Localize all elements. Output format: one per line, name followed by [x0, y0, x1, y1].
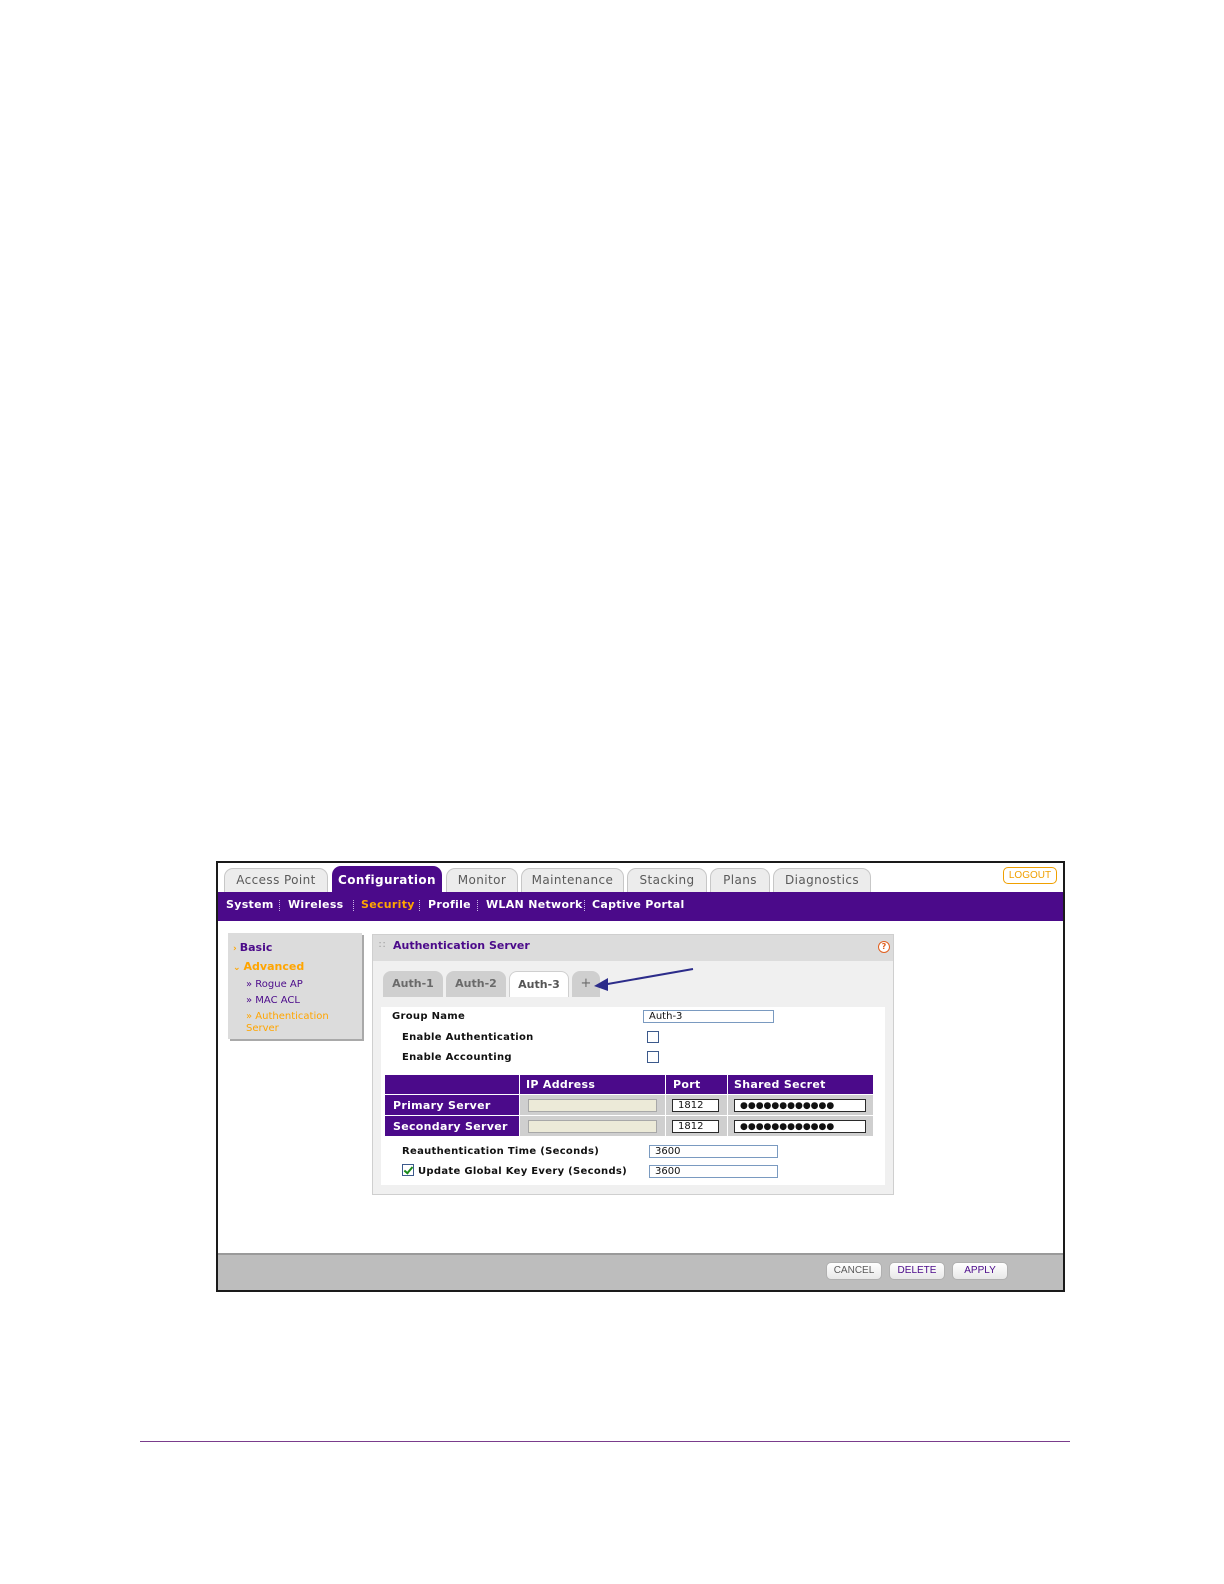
cancel-button[interactable]: CANCEL	[826, 1262, 882, 1280]
left-menu: › Basic ⌄ Advanced » Rogue AP » MAC ACL » …	[228, 933, 362, 1039]
menu-rogue-ap[interactable]: » Rogue AP	[246, 979, 303, 991]
enable-authentication-checkbox[interactable]	[647, 1031, 659, 1043]
table-divider	[665, 1075, 666, 1136]
menu-basic[interactable]: › Basic	[233, 941, 272, 954]
action-bar: CANCEL DELETE APPLY	[218, 1253, 1063, 1290]
tab-monitor[interactable]: Monitor	[446, 868, 518, 892]
tab-plans[interactable]: Plans	[710, 868, 770, 892]
update-global-key-input[interactable]	[649, 1165, 778, 1178]
logout-button[interactable]: LOGOUT	[1003, 867, 1057, 884]
sub-navigation: System Wireless Security Profile WLAN Ne…	[218, 892, 1063, 921]
subnav-divider	[353, 900, 354, 911]
subnav-wlan-network[interactable]: WLAN Network	[486, 898, 583, 911]
menu-authentication-server[interactable]: » Authentication Server	[246, 1011, 346, 1035]
secondary-server-label: Secondary Server	[393, 1120, 508, 1133]
update-global-key-label: Update Global Key Every (Seconds)	[418, 1166, 628, 1177]
subnav-captive-portal[interactable]: Captive Portal	[592, 898, 685, 911]
group-name-input[interactable]	[643, 1010, 774, 1023]
primary-port-input[interactable]	[672, 1099, 719, 1112]
update-global-key-checkbox[interactable]	[402, 1164, 414, 1176]
menu-basic-label: Basic	[239, 941, 273, 954]
delete-button[interactable]: DELETE	[889, 1262, 945, 1280]
subnav-profile[interactable]: Profile	[428, 898, 471, 911]
auth-form: Group Name Enable Authentication Enable …	[381, 1007, 885, 1185]
table-divider	[385, 1115, 873, 1116]
primary-server-label: Primary Server	[393, 1099, 491, 1112]
tab-diagnostics[interactable]: Diagnostics	[773, 868, 871, 892]
table-divider	[519, 1075, 520, 1136]
tab-configuration[interactable]: Configuration	[332, 866, 442, 892]
enable-accounting-checkbox[interactable]	[647, 1051, 659, 1063]
column-header-ip-address: IP Address	[526, 1078, 596, 1091]
reauthentication-time-label: Reauthentication Time (Seconds)	[402, 1146, 600, 1157]
chevron-down-icon: ⌄	[233, 963, 241, 973]
panel-title: Authentication Server	[393, 939, 530, 952]
page-footer-rule	[140, 1441, 1070, 1442]
tab-auth-1[interactable]: Auth-1	[383, 971, 443, 997]
tab-maintenance[interactable]: Maintenance	[521, 868, 624, 892]
column-header-shared-secret: Shared Secret	[734, 1078, 826, 1091]
menu-mac-acl[interactable]: » MAC ACL	[246, 995, 300, 1007]
grip-icon: ∷	[379, 940, 386, 951]
secondary-secret-input[interactable]	[734, 1120, 866, 1133]
menu-advanced-label: Advanced	[243, 960, 305, 973]
help-icon[interactable]: ?	[878, 941, 890, 953]
subnav-divider	[584, 900, 585, 911]
subnav-divider	[419, 900, 420, 911]
subnav-divider	[477, 900, 478, 911]
main-tab-bar: Access Point Configuration Monitor Maint…	[218, 863, 1063, 892]
menu-advanced[interactable]: ⌄ Advanced	[233, 960, 304, 973]
secondary-ip-input[interactable]	[528, 1120, 657, 1133]
tab-auth-2[interactable]: Auth-2	[446, 971, 506, 997]
subnav-wireless[interactable]: Wireless	[288, 898, 344, 911]
subnav-divider	[279, 900, 280, 911]
apply-button[interactable]: APPLY	[952, 1262, 1008, 1280]
table-divider	[727, 1075, 728, 1136]
chevron-right-icon: ›	[233, 944, 237, 954]
primary-ip-input[interactable]	[528, 1099, 657, 1112]
group-name-label: Group Name	[392, 1011, 466, 1022]
table-divider	[385, 1094, 873, 1095]
tab-access-point[interactable]: Access Point	[224, 868, 328, 892]
subnav-security[interactable]: Security	[361, 898, 415, 911]
server-table: IP Address Port Shared Secret Primary Se…	[385, 1075, 873, 1136]
column-header-port: Port	[673, 1078, 701, 1091]
primary-secret-input[interactable]	[734, 1099, 866, 1112]
subnav-system[interactable]: System	[226, 898, 274, 911]
reauthentication-time-input[interactable]	[649, 1145, 778, 1158]
tab-auth-3[interactable]: Auth-3	[509, 971, 569, 997]
secondary-port-input[interactable]	[672, 1120, 719, 1133]
annotation-arrow-icon	[594, 968, 694, 991]
enable-authentication-label: Enable Authentication	[402, 1032, 534, 1043]
enable-accounting-label: Enable Accounting	[402, 1052, 512, 1063]
panel-header: ∷ Authentication Server ?	[373, 935, 893, 961]
screenshot-frame: Access Point Configuration Monitor Maint…	[216, 861, 1065, 1292]
tab-stacking[interactable]: Stacking	[627, 868, 707, 892]
